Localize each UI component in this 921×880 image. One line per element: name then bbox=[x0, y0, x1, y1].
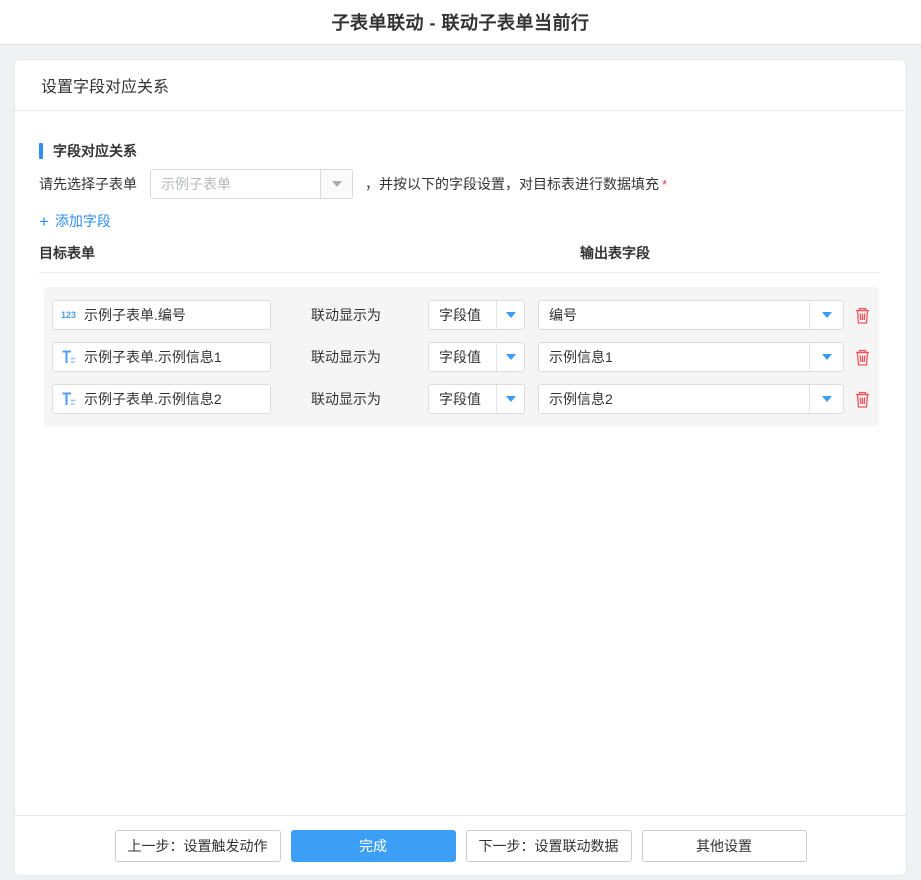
subform-select[interactable]: 示例子表单 bbox=[150, 169, 353, 199]
other-settings-button[interactable]: 其他设置 bbox=[642, 830, 807, 862]
next-step-button[interactable]: 下一步：设置联动数据 bbox=[466, 830, 632, 862]
source-field-input[interactable]: 123 示例子表单.示例信息1 bbox=[52, 342, 271, 372]
output-select-value: 编号 bbox=[539, 301, 809, 329]
selector-hint-text: ，并按以下的字段设置，对目标表进行数据填充 bbox=[365, 176, 659, 192]
panel-footer: 上一步：设置触发动作 完成 下一步：设置联动数据 其他设置 bbox=[15, 815, 906, 875]
mode-select[interactable]: 字段值 bbox=[428, 300, 525, 330]
field-mapping-list: 123 示例子表单.编号 联动显示为 字段值 编号 bbox=[44, 287, 879, 426]
output-select-value: 示例信息1 bbox=[539, 343, 809, 371]
source-field-input[interactable]: 123 示例子表单.编号 bbox=[52, 300, 271, 330]
chevron-down-icon[interactable] bbox=[809, 301, 843, 329]
source-field-input[interactable]: 123 示例子表单.示例信息2 bbox=[52, 384, 271, 414]
panel-body: 字段对应关系 请先选择子表单 示例子表单 ，并按以下的字段设置，对目标表进行数据… bbox=[15, 111, 906, 815]
finish-button[interactable]: 完成 bbox=[291, 830, 456, 862]
selector-hint: ，并按以下的字段设置，对目标表进行数据填充* bbox=[365, 174, 667, 194]
subform-selector-label: 请先选择子表单 bbox=[39, 174, 137, 194]
section-title: 字段对应关系 bbox=[39, 141, 879, 161]
mode-select-value: 字段值 bbox=[429, 343, 496, 371]
delete-row-button[interactable] bbox=[853, 306, 871, 324]
column-header-output: 输出表字段 bbox=[580, 243, 650, 263]
panel-title: 设置字段对应关系 bbox=[41, 73, 169, 97]
subform-selector-row: 请先选择子表单 示例子表单 ，并按以下的字段设置，对目标表进行数据填充* bbox=[39, 169, 879, 199]
mode-select[interactable]: 字段值 bbox=[428, 384, 525, 414]
relation-label: 联动显示为 bbox=[311, 305, 381, 325]
number-field-icon: 123 bbox=[61, 310, 76, 320]
page-header: 子表单联动 - 联动子表单当前行 bbox=[0, 0, 921, 45]
subform-select-value: 示例子表单 bbox=[151, 170, 320, 198]
text-field-icon bbox=[61, 350, 76, 364]
field-mapping-row: 123 示例子表单.编号 联动显示为 字段值 编号 bbox=[52, 300, 871, 330]
section-title-text: 字段对应关系 bbox=[53, 141, 137, 161]
output-field-select[interactable]: 编号 bbox=[538, 300, 844, 330]
mode-select-value: 字段值 bbox=[429, 301, 496, 329]
plus-icon: + bbox=[39, 213, 49, 230]
chevron-down-icon[interactable] bbox=[496, 301, 524, 329]
source-field-value: 示例子表单.示例信息2 bbox=[84, 389, 222, 409]
output-field-select[interactable]: 示例信息1 bbox=[538, 342, 844, 372]
delete-row-button[interactable] bbox=[853, 390, 871, 408]
section-marker-bar bbox=[39, 143, 43, 159]
field-mapping-row: 123 示例子表单.示例信息1 联动显示为 字段值 示例信息1 bbox=[52, 342, 871, 372]
relation-label: 联动显示为 bbox=[311, 389, 381, 409]
chevron-down-icon[interactable] bbox=[809, 343, 843, 371]
output-field-select[interactable]: 示例信息2 bbox=[538, 384, 844, 414]
mode-select[interactable]: 字段值 bbox=[428, 342, 525, 372]
relation-label: 联动显示为 bbox=[311, 347, 381, 367]
panel-header: 设置字段对应关系 bbox=[15, 60, 906, 111]
output-select-value: 示例信息2 bbox=[539, 385, 809, 413]
chevron-down-icon[interactable] bbox=[809, 385, 843, 413]
required-asterisk: * bbox=[662, 177, 667, 192]
text-field-icon bbox=[61, 392, 76, 406]
column-headers: 目标表单 输出表字段 bbox=[39, 243, 879, 263]
add-field-label: 添加字段 bbox=[55, 211, 111, 231]
chevron-down-icon[interactable] bbox=[496, 343, 524, 371]
add-field-button[interactable]: + 添加字段 bbox=[39, 211, 111, 231]
page-title: 子表单联动 - 联动子表单当前行 bbox=[332, 9, 590, 35]
settings-panel: 设置字段对应关系 字段对应关系 请先选择子表单 示例子表单 ，并按以下的字段设置… bbox=[14, 59, 907, 876]
prev-step-button[interactable]: 上一步：设置触发动作 bbox=[115, 830, 281, 862]
source-field-value: 示例子表单.示例信息1 bbox=[84, 347, 222, 367]
chevron-down-icon bbox=[320, 170, 352, 198]
source-field-value: 示例子表单.编号 bbox=[84, 305, 186, 325]
field-mapping-row: 123 示例子表单.示例信息2 联动显示为 字段值 示例信息2 bbox=[52, 384, 871, 414]
chevron-down-icon[interactable] bbox=[496, 385, 524, 413]
delete-row-button[interactable] bbox=[853, 348, 871, 366]
column-header-target: 目标表单 bbox=[39, 243, 580, 263]
column-header-divider bbox=[39, 272, 879, 273]
mode-select-value: 字段值 bbox=[429, 385, 496, 413]
